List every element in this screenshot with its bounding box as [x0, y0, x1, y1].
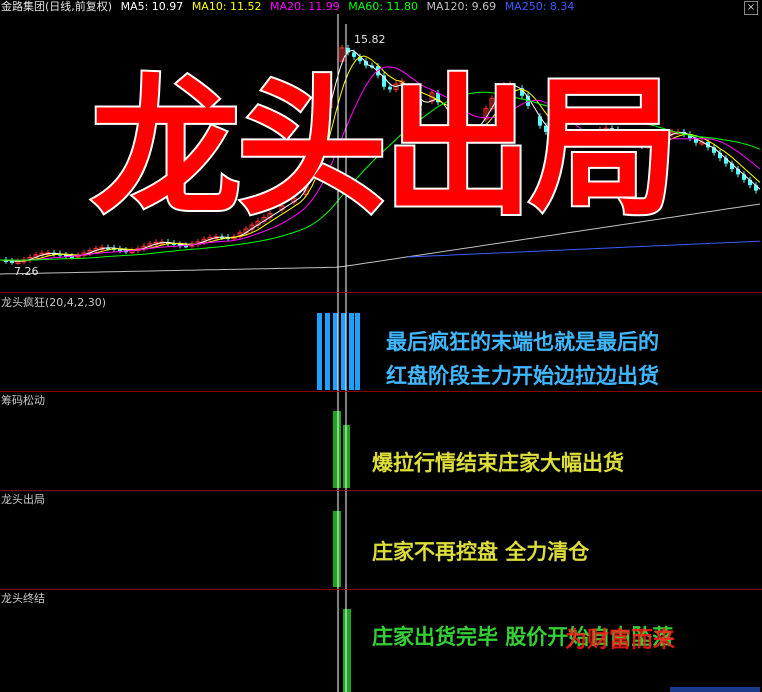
chart-header: 金路集团(日线,前复权) MA5: 10.97 MA10: 11.52 MA20… — [1, 0, 579, 13]
indicator-bar — [341, 313, 346, 390]
indicator-bar — [333, 511, 341, 587]
svg-text:龙头出局: 龙头出局 — [91, 62, 675, 230]
ma5-readout: MA5: 10.97 — [120, 0, 184, 13]
indicator-bar — [355, 313, 360, 390]
stock-name: 金路集团(日线,前复权) — [1, 0, 113, 13]
indicator-bar — [343, 609, 351, 692]
close-icon[interactable]: × — [744, 1, 758, 15]
ma10-readout: MA10: 11.52 — [191, 0, 262, 13]
ma120-readout: MA120: 9.69 — [426, 0, 497, 13]
panel-1-annotation-2: 红盘阶段主力开始边拉边出货 — [386, 364, 659, 388]
peak-price-label: 15.82 — [354, 33, 386, 46]
status-bar-fragment — [670, 687, 760, 692]
ma60-readout: MA60: 11.80 — [348, 0, 418, 13]
indicator-bar — [317, 313, 322, 390]
panel-2-annotation: 爆拉行情结束庄家大幅出货 — [372, 451, 624, 475]
low-price-label: 7.26 — [14, 265, 39, 278]
indicator-bar — [333, 313, 338, 390]
panel-1-annotation-1: 最后疯狂的末端也就是最后的 — [386, 330, 659, 354]
indicator-bar — [333, 411, 341, 488]
ma250-readout: MA250: 8.34 — [504, 0, 575, 13]
indicator-bar — [349, 313, 354, 390]
watermark: 为财富而来 — [565, 628, 676, 653]
ma20-readout: MA20: 11.99 — [270, 0, 340, 13]
big-red-title: 龙头出局 — [89, 60, 681, 230]
panel-3-annotation: 庄家不再控盘 全力清仓 — [372, 540, 590, 564]
indicator-bar — [325, 313, 330, 390]
